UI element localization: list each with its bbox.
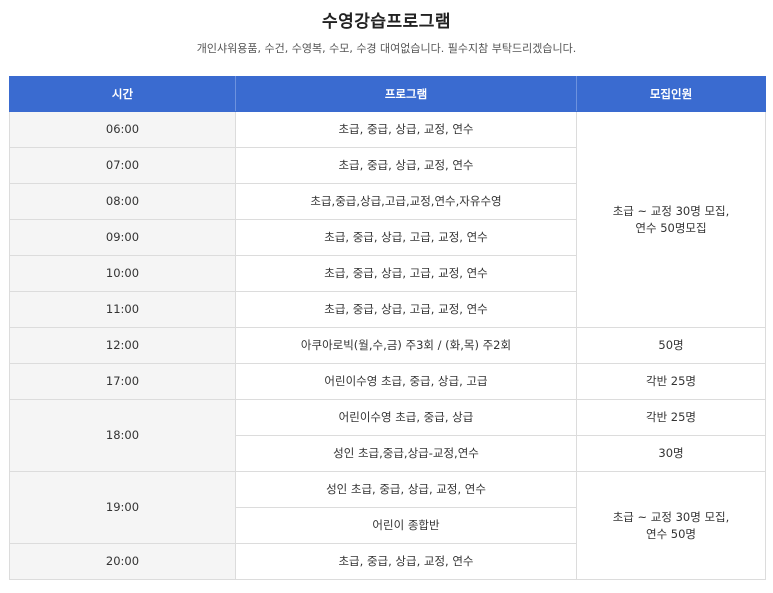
recruit-cell: 50명 <box>576 327 766 364</box>
program-cell: 초급, 중급, 상급, 교정, 연수 <box>235 543 577 580</box>
page-subtitle: 개인샤워용품, 수건, 수영복, 수모, 수경 대여없습니다. 필수지참 부탁드… <box>196 42 577 55</box>
program-cell: 아쿠아로빅(월,수,금) 주3회 / (화,목) 주2회 <box>235 327 577 364</box>
time-cell: 18:00 <box>9 399 236 472</box>
table-header-row: 시간 프로그램 모집인원 <box>9 76 766 112</box>
recruit-morning-line1: 초급 ~ 교정 30명 모집, <box>612 203 730 218</box>
time-cell: 10:00 <box>9 255 236 292</box>
time-cell: 09:00 <box>9 219 236 256</box>
recruit-evening-line2: 연수 50명 <box>645 526 697 541</box>
table-row: 06:00 초급, 중급, 상급, 교정, 연수 초급 ~ 교정 30명 모집,… <box>9 111 766 328</box>
program-cell: 성인 초급,중급,상급-교정,연수 <box>235 435 577 472</box>
recruit-cell: 각반 25명 <box>576 363 766 400</box>
recruit-evening-line1: 초급 ~ 교정 30명 모집, <box>612 509 730 524</box>
program-cell: 초급, 중급, 상급, 고급, 교정, 연수 <box>235 255 577 292</box>
time-cell: 12:00 <box>9 327 236 364</box>
recruit-cell: 각반 25명 <box>576 399 766 436</box>
recruit-morning-line2: 연수 50명모집 <box>635 220 707 235</box>
time-cell: 20:00 <box>9 543 236 580</box>
program-cell: 어린이 종합반 <box>235 507 577 544</box>
program-cell: 초급, 중급, 상급, 교정, 연수 <box>235 111 577 148</box>
page-title: 수영강습프로그램 <box>321 12 452 32</box>
time-cell: 06:00 <box>9 111 236 148</box>
time-cell: 11:00 <box>9 291 236 328</box>
header-program: 프로그램 <box>235 76 577 112</box>
program-cell: 초급,중급,상급,고급,교정,연수,자유수영 <box>235 183 577 220</box>
recruit-cell-morning: 초급 ~ 교정 30명 모집, 연수 50명모집 <box>576 111 766 328</box>
program-cell: 성인 초급, 중급, 상급, 교정, 연수 <box>235 471 577 508</box>
program-cell: 초급, 중급, 상급, 고급, 교정, 연수 <box>235 219 577 256</box>
recruit-cell: 30명 <box>576 435 766 472</box>
time-cell: 17:00 <box>9 363 236 400</box>
header-recruit: 모집인원 <box>576 76 766 112</box>
table-row: 12:00 아쿠아로빅(월,수,금) 주3회 / (화,목) 주2회 50명 <box>9 327 766 364</box>
header-time: 시간 <box>9 76 236 112</box>
recruit-cell-evening: 초급 ~ 교정 30명 모집, 연수 50명 <box>576 471 766 580</box>
program-cell: 어린이수영 초급, 중급, 상급 <box>235 399 577 436</box>
table-row: 18:00 어린이수영 초급, 중급, 상급 각반 25명 <box>9 399 766 472</box>
program-cell: 초급, 중급, 상급, 고급, 교정, 연수 <box>235 291 577 328</box>
time-cell: 08:00 <box>9 183 236 220</box>
table-row: 17:00 어린이수영 초급, 중급, 상급, 고급 각반 25명 <box>9 363 766 400</box>
program-cell: 초급, 중급, 상급, 교정, 연수 <box>235 147 577 184</box>
time-cell: 19:00 <box>9 471 236 544</box>
schedule-table: 시간 프로그램 모집인원 06:00 초급, 중급, 상급, 교정, 연수 초급… <box>9 76 766 580</box>
program-cell: 어린이수영 초급, 중급, 상급, 고급 <box>235 363 577 400</box>
time-cell: 07:00 <box>9 147 236 184</box>
table-row: 19:00 성인 초급, 중급, 상급, 교정, 연수 초급 ~ 교정 30명 … <box>9 471 766 580</box>
